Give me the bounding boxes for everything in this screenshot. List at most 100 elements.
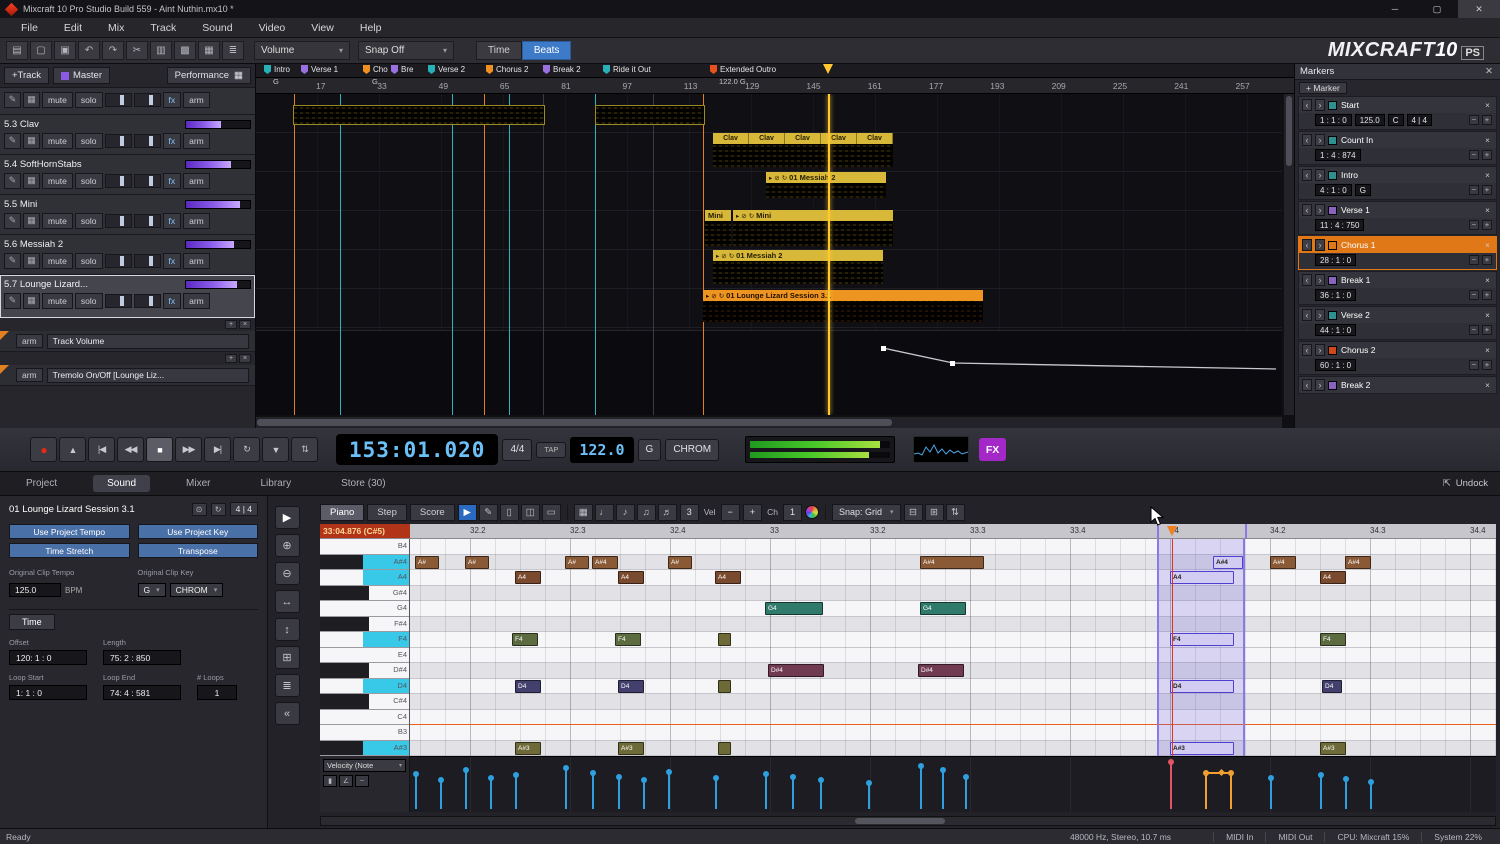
pr-playhead-marker-icon[interactable] [1167, 526, 1177, 536]
marker-position[interactable]: 1 : 4 : 874 [1315, 149, 1361, 161]
undock-button[interactable]: ⇱Undock [1443, 478, 1488, 489]
add-automation-button[interactable]: + [225, 320, 237, 329]
marker-increment-button[interactable]: + [1482, 290, 1492, 300]
clip-mini[interactable]: Mini [705, 210, 731, 246]
marker-decrement-button[interactable]: − [1469, 220, 1479, 230]
clip-pattern[interactable] [595, 105, 705, 125]
clip-mini[interactable]: ▸⊘↻Mini [733, 210, 893, 246]
velocity-handle[interactable] [792, 778, 794, 809]
automation-lane[interactable]: armTremolo On/Off [Lounge Liz... [0, 365, 255, 386]
marker-item-intro[interactable]: ‹›Intro×4 : 1 : 0G−+ [1298, 166, 1497, 200]
marker-prev-icon[interactable]: ‹ [1302, 379, 1312, 391]
arm-button[interactable]: arm [183, 92, 210, 108]
remove-automation-button[interactable]: × [239, 320, 251, 329]
piano-key-g-4[interactable]: G#4 [320, 586, 409, 602]
fast-forward-button[interactable]: ▶▶ [175, 437, 202, 462]
marker-prev-icon[interactable]: ‹ [1302, 239, 1312, 251]
scale-dropdown[interactable]: CHROM [665, 439, 719, 461]
midi-out-indicator[interactable]: MIDI Out [1265, 832, 1324, 842]
master-track-button[interactable]: Master [53, 67, 110, 84]
fx-button[interactable]: FX [979, 438, 1006, 461]
use-project-tempo-button[interactable]: Use Project Tempo [9, 524, 130, 539]
clip-mute-icon[interactable]: ⊘ [711, 292, 716, 300]
cut-icon[interactable]: ✂ [126, 41, 148, 60]
record-button[interactable]: ● [30, 437, 57, 462]
erase-icon[interactable]: ◫ [521, 504, 540, 521]
marker-color-swatch[interactable] [1328, 171, 1337, 180]
vel-plus-button[interactable]: + [743, 504, 762, 521]
marker-item-break-2[interactable]: ‹›Break 2× [1298, 376, 1497, 394]
tab-library[interactable]: Library [247, 475, 306, 492]
marker-prev-icon[interactable]: ‹ [1302, 309, 1312, 321]
pencil-icon[interactable]: ✎ [4, 92, 21, 108]
menu-help[interactable]: Help [347, 22, 395, 34]
zoom-in-icon[interactable]: ⊕ [275, 534, 300, 557]
instrument-icon[interactable]: ▦ [23, 133, 40, 149]
copy-icon[interactable]: ▥ [150, 41, 172, 60]
midi-note[interactable]: A#3 [618, 742, 644, 755]
marker-increment-button[interactable]: + [1482, 150, 1492, 160]
menu-sound[interactable]: Sound [189, 22, 245, 34]
rewind-button[interactable]: ◀◀ [117, 437, 144, 462]
instrument-icon[interactable]: ▦ [23, 213, 40, 229]
piano-key-b4[interactable]: B4 [320, 539, 409, 555]
instrument-icon[interactable]: ▦ [23, 92, 40, 108]
piano-icon[interactable]: ▦ [198, 41, 220, 60]
fx-button[interactable]: fx [163, 173, 182, 189]
clip-01-lounge-lizard-session-3-1[interactable]: ▸⊘↻01 Lounge Lizard Session 3.1 [703, 290, 983, 322]
snap-grid-dropdown[interactable]: Snap: Grid [832, 504, 901, 521]
marker-next-icon[interactable]: › [1315, 379, 1325, 391]
close-button[interactable]: ✕ [1458, 0, 1500, 18]
marker-next-icon[interactable]: › [1315, 344, 1325, 356]
arm-button[interactable]: arm [183, 213, 210, 229]
timeline-marker-flag-break-2[interactable]: Break 2 [543, 65, 581, 74]
vel-curve-icon[interactable]: ~ [355, 775, 369, 787]
velocity-handle[interactable] [1320, 776, 1322, 809]
marker-delete-button[interactable]: × [1482, 241, 1493, 250]
volume-slider[interactable] [105, 214, 132, 228]
pencil-icon[interactable]: ✎ [4, 253, 21, 269]
marker-color-swatch[interactable] [1328, 136, 1337, 145]
marker-decrement-button[interactable]: − [1469, 115, 1479, 125]
sixteenth-note-icon[interactable]: ♬ [658, 504, 677, 521]
pencil-icon[interactable]: ✎ [4, 173, 21, 189]
midi-note[interactable]: A#4 [1270, 556, 1296, 569]
volume-slider[interactable] [105, 174, 132, 188]
volume-automation-curve[interactable] [256, 331, 1282, 415]
midi-note[interactable]: A4 [1320, 571, 1346, 584]
eighth-note-icon[interactable]: ♫ [637, 504, 656, 521]
time-tab[interactable]: Time [9, 614, 55, 630]
triplet-button[interactable]: 3 [680, 504, 699, 521]
velocity-handle[interactable] [490, 779, 492, 809]
zoom-out-icon[interactable]: ⊖ [275, 562, 300, 585]
quantize-icon[interactable]: ⊟ [904, 504, 923, 521]
sync-button[interactable]: ⇅ [291, 437, 318, 462]
clip-loop-icon[interactable]: ↻ [719, 292, 724, 300]
midi-note[interactable] [718, 742, 731, 755]
preview-icon[interactable]: ▶ [275, 506, 300, 529]
mute-button[interactable]: mute [42, 213, 73, 229]
midi-note[interactable]: A#4 [920, 556, 984, 569]
marker-color-swatch[interactable] [1328, 101, 1337, 110]
menu-mix[interactable]: Mix [95, 22, 137, 34]
tab-project[interactable]: Project [12, 475, 71, 492]
midi-note[interactable]: A4 [515, 571, 541, 584]
midi-note[interactable]: F4 [512, 633, 538, 646]
meter-button[interactable]: 4/4 [502, 439, 532, 461]
add-marker-button[interactable]: + Marker [1299, 82, 1347, 94]
clip-play-icon[interactable]: ▸ [706, 292, 709, 300]
midi-note[interactable]: D4 [618, 680, 644, 693]
go-start-button[interactable]: |◀ [88, 437, 115, 462]
clip-mute-icon[interactable]: ⊘ [741, 212, 746, 220]
time-stretch-button[interactable]: Time Stretch [9, 543, 130, 558]
marker-increment-button[interactable]: + [1482, 115, 1492, 125]
arm-button[interactable]: arm [183, 293, 210, 309]
maximize-button[interactable]: ▢ [1416, 0, 1458, 18]
midi-note[interactable]: A# [668, 556, 692, 569]
marker-decrement-button[interactable]: − [1469, 290, 1479, 300]
velocity-handle[interactable] [592, 774, 594, 809]
velocity-handle[interactable] [415, 775, 417, 809]
collapse-icon[interactable]: « [275, 702, 300, 725]
clip-play-icon[interactable]: ▸ [769, 174, 772, 182]
velocity-handle[interactable] [618, 778, 620, 809]
